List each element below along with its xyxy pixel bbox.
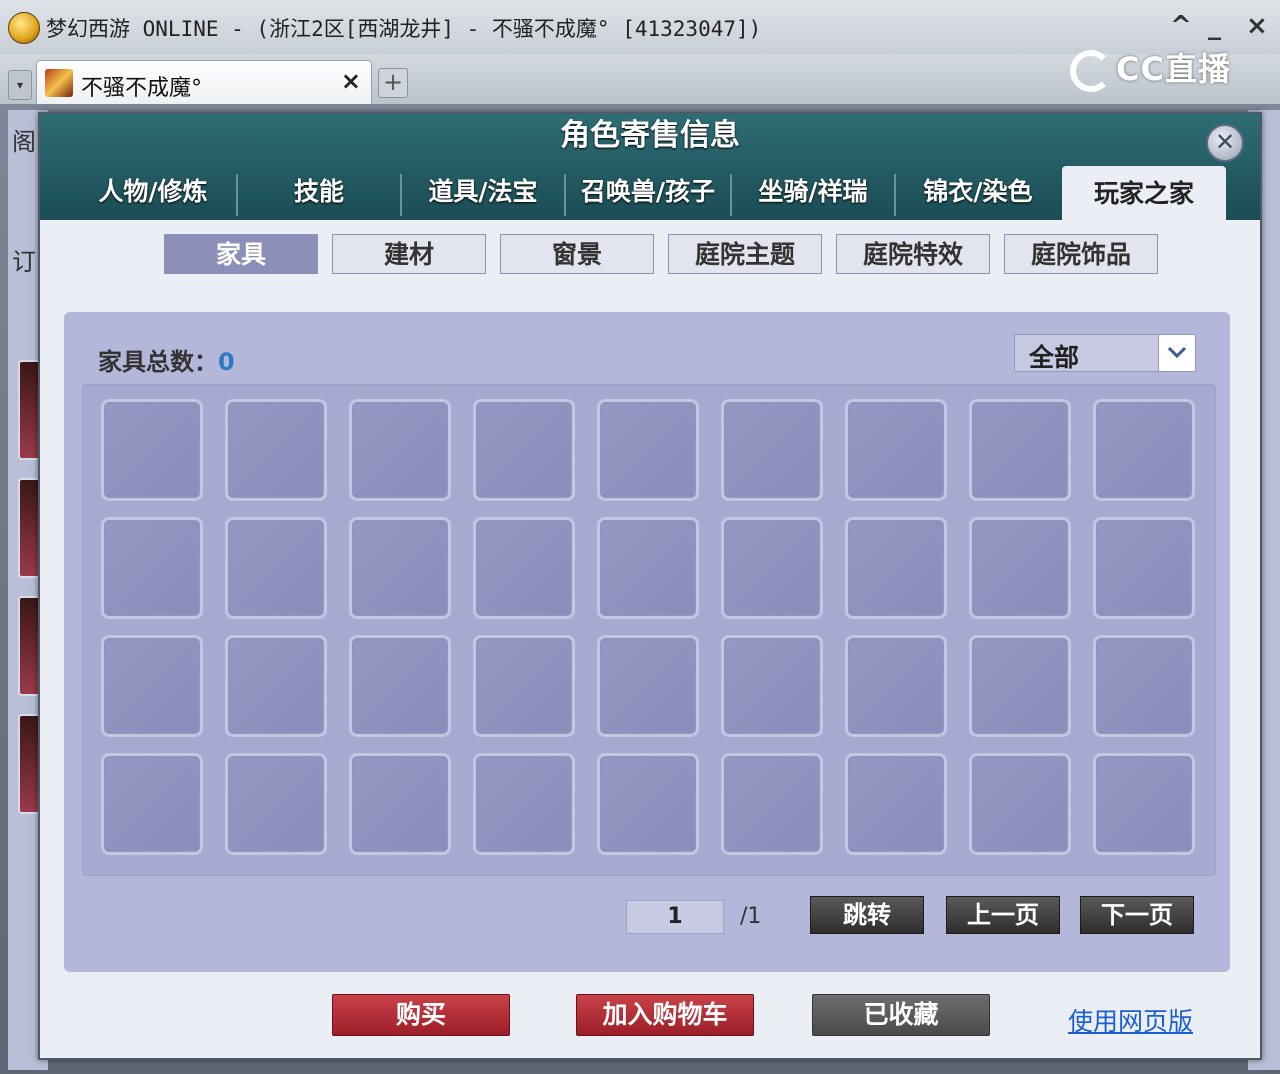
item-slot[interactable] (101, 399, 203, 501)
filter-selected-value: 全部 (1029, 343, 1080, 372)
tab-items-treasures[interactable]: 道具/法宝 (402, 164, 564, 220)
tab-label: 不骚不成魔° (81, 76, 203, 101)
item-slot[interactable] (101, 635, 203, 737)
tab-outfits-dyes[interactable]: 锦衣/染色 (896, 164, 1060, 220)
dialog-header: 角色寄售信息 ✕ 人物/修炼 技能 道具/法宝 召唤兽/孩子 坐骑/祥瑞 锦衣/… (40, 114, 1260, 220)
item-slot[interactable] (473, 399, 575, 501)
item-slot[interactable] (349, 753, 451, 855)
item-grid-area (82, 384, 1216, 876)
buy-button[interactable]: 购买 (332, 994, 510, 1036)
item-slot[interactable] (845, 399, 947, 501)
dialog-title: 角色寄售信息 (560, 118, 740, 153)
item-slot[interactable] (721, 635, 823, 737)
minimize-button[interactable]: _ (1208, 8, 1221, 44)
tab-character[interactable]: 不骚不成魔° × (36, 60, 372, 105)
furniture-count: 家具总数：0 (98, 342, 235, 377)
restore-button[interactable]: ^ (1170, 8, 1192, 44)
item-slot[interactable] (597, 399, 699, 501)
favorited-button[interactable]: 已收藏 (812, 994, 990, 1036)
dialog-close-button[interactable]: ✕ (1206, 124, 1244, 162)
tab-mounts[interactable]: 坐骑/祥瑞 (732, 164, 894, 220)
item-slot[interactable] (845, 635, 947, 737)
item-slot[interactable] (1093, 517, 1195, 619)
item-slot[interactable] (1093, 399, 1195, 501)
tab-close-icon[interactable]: × (341, 67, 361, 95)
item-slot[interactable] (349, 399, 451, 501)
close-window-button[interactable]: × (1246, 8, 1268, 44)
item-slot[interactable] (101, 753, 203, 855)
item-slot[interactable] (597, 753, 699, 855)
subtab-furniture[interactable]: 家具 (164, 234, 318, 274)
item-slot[interactable] (225, 635, 327, 737)
item-slot[interactable] (225, 753, 327, 855)
item-slot[interactable] (969, 399, 1071, 501)
subtab-window-view[interactable]: 窗景 (500, 234, 654, 274)
item-slot[interactable] (473, 753, 575, 855)
furniture-count-value: 0 (218, 348, 235, 376)
prev-page-button[interactable]: 上一页 (946, 896, 1060, 934)
cc-logo-text: CC直播 (1116, 50, 1231, 88)
background-text: 阁 (12, 128, 36, 156)
furniture-count-label: 家具总数： (98, 348, 218, 376)
chevron-down-icon[interactable] (1158, 335, 1195, 371)
item-slot[interactable] (1093, 635, 1195, 737)
subtab-courtyard-decor[interactable]: 庭院饰品 (1004, 234, 1158, 274)
item-slot[interactable] (845, 517, 947, 619)
item-slot[interactable] (1093, 753, 1195, 855)
item-slot[interactable] (473, 635, 575, 737)
window-title: 梦幻西游 ONLINE - (浙江2区[西湖龙井] - 不骚不成魔° [4132… (46, 17, 762, 41)
subtab-building-materials[interactable]: 建材 (332, 234, 486, 274)
item-slot[interactable] (225, 517, 327, 619)
item-slot[interactable] (597, 635, 699, 737)
item-slot[interactable] (721, 399, 823, 501)
app-logo-icon (8, 12, 40, 44)
item-slot[interactable] (845, 753, 947, 855)
cc-logo-icon (1070, 50, 1112, 92)
item-slot[interactable] (473, 517, 575, 619)
item-slot[interactable] (969, 635, 1071, 737)
item-slot[interactable] (349, 635, 451, 737)
furniture-panel: 家具总数：0 全部 1 /1 跳转 上一页 下一页 (64, 312, 1230, 972)
jump-button[interactable]: 跳转 (810, 896, 924, 934)
tab-menu-button[interactable]: ▾ (8, 70, 32, 100)
category-filter-dropdown[interactable]: 全部 (1014, 334, 1196, 372)
item-slot[interactable] (969, 753, 1071, 855)
background-text: 订 (12, 248, 36, 276)
page-number-input[interactable]: 1 (626, 900, 724, 934)
item-slot[interactable] (721, 753, 823, 855)
item-slot[interactable] (225, 399, 327, 501)
item-slot[interactable] (597, 517, 699, 619)
page-total: /1 (740, 904, 762, 929)
item-slot[interactable] (101, 517, 203, 619)
item-slot[interactable] (721, 517, 823, 619)
tab-summons-children[interactable]: 召唤兽/孩子 (566, 164, 730, 220)
tab-skills[interactable]: 技能 (238, 164, 400, 220)
subtab-courtyard-effects[interactable]: 庭院特效 (836, 234, 990, 274)
item-slot[interactable] (969, 517, 1071, 619)
next-page-button[interactable]: 下一页 (1080, 896, 1194, 934)
cc-live-watermark: CC直播 (1070, 44, 1231, 92)
add-to-cart-button[interactable]: 加入购物车 (576, 994, 754, 1036)
new-tab-button[interactable]: + (378, 68, 408, 98)
item-grid (101, 399, 1195, 855)
subtab-courtyard-theme[interactable]: 庭院主题 (668, 234, 822, 274)
consignment-dialog: 角色寄售信息 ✕ 人物/修炼 技能 道具/法宝 召唤兽/孩子 坐骑/祥瑞 锦衣/… (38, 112, 1262, 1060)
web-version-link[interactable]: 使用网页版 (1068, 1002, 1193, 1038)
tab-character-cultivation[interactable]: 人物/修炼 (70, 164, 236, 220)
character-avatar-icon (45, 69, 73, 97)
tab-player-home[interactable]: 玩家之家 (1062, 166, 1226, 220)
item-slot[interactable] (349, 517, 451, 619)
